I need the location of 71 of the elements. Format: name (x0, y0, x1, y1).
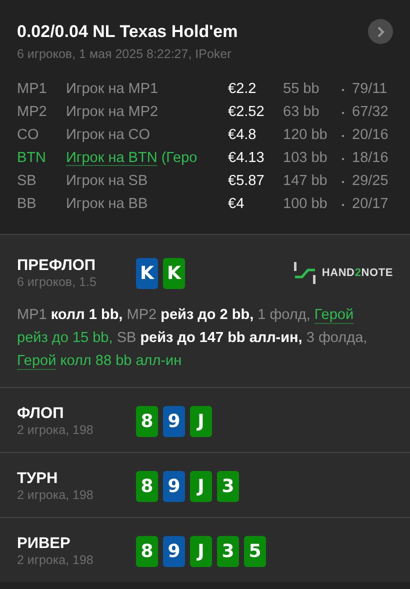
player-stats: 20/16 (352, 126, 388, 145)
position-label: MP2 (17, 102, 48, 122)
action-text: рейз до 2 bb, (160, 307, 254, 323)
card: 9 (163, 536, 185, 566)
hand-title: 0.02/0.04 NL Texas Hold'em (17, 20, 238, 42)
street-subtitle: 6 игроков, 1.5 (17, 275, 98, 290)
position-label: MP1 (17, 80, 48, 99)
action-text: MP2 (126, 307, 157, 323)
street-title: ФЛОП (17, 404, 65, 423)
street-subtitle: 2 игрока, 198 (17, 553, 94, 568)
stack-amount: €4 (228, 194, 246, 214)
player-name[interactable]: Игрок на BTN (66, 148, 158, 170)
stack-amount: €4.13 (228, 148, 266, 168)
action-text: рейз до 147 bb алл-ин, (140, 330, 302, 346)
card: 8 (136, 536, 158, 566)
card: 8 (136, 470, 158, 502)
player-name: Игрок на BB (66, 194, 148, 214)
player-stats: 29/25 (352, 172, 388, 191)
card: 9 (163, 406, 185, 436)
stack-amount: €2.2 (228, 80, 258, 99)
card: J (190, 536, 212, 566)
next-button[interactable] (368, 19, 393, 44)
card: 3 (217, 470, 239, 502)
card: 3 (217, 536, 239, 566)
player-stats: 20/17 (352, 194, 388, 214)
player-name: Игрок на CO (66, 126, 150, 145)
action-text: 3 фолда, (306, 330, 368, 346)
action-text: MP1 (17, 307, 47, 323)
position-label: CO (17, 126, 40, 145)
card: J (190, 406, 212, 436)
player-stats: 79/11 (352, 80, 388, 99)
stack-bb: 103 bb (283, 148, 328, 168)
stack-amount: €2.52 (228, 102, 266, 122)
position-label: SB (17, 172, 38, 191)
action-text: колл 1 bb, (50, 307, 123, 323)
street-title: РИВЕР (17, 534, 72, 553)
stack-bb: 55 bb (283, 80, 320, 99)
card: 9 (163, 470, 185, 502)
card: K (136, 258, 158, 288)
player-name: Игрок на MP2 (66, 102, 158, 122)
stack-bb: 120 bb (283, 126, 328, 145)
player-name: Игрок на MP1 (66, 80, 158, 99)
position-label: BTN (17, 148, 47, 168)
player-name: Игрок на SB (66, 172, 148, 191)
player-note: (Геро (161, 148, 198, 168)
stack-amount: €5.87 (228, 172, 266, 191)
stack-bb: 100 bb (283, 194, 328, 214)
street-title: ТУРН (17, 469, 59, 488)
stack-bb: 63 bb (283, 102, 320, 122)
stack-amount: €4.8 (228, 126, 258, 145)
player-stats: 67/32 (352, 102, 388, 122)
logo-icon (294, 262, 316, 284)
hero-link[interactable]: Герой (314, 307, 354, 323)
street-subtitle: 2 игрока, 198 (17, 488, 94, 503)
hand-subtitle: 6 игроков, 1 мая 2025 8:22:27, IPoker (17, 46, 232, 62)
stack-bb: 147 bb (283, 172, 328, 191)
action-text: SB (116, 330, 136, 346)
card: 5 (244, 536, 266, 566)
position-label: BB (17, 194, 38, 214)
action-text: 1 фолд, (258, 307, 310, 323)
player-stats: 18/16 (352, 148, 388, 168)
card: 8 (136, 406, 158, 436)
card: J (190, 470, 212, 502)
action-text: рейз до 15 bb, (17, 330, 113, 346)
street-subtitle: 2 игрока, 198 (17, 423, 94, 438)
card: K (163, 258, 185, 288)
logo-text: HAND2NOTE (322, 266, 393, 281)
chevron-right-icon (376, 26, 384, 38)
street-title: ПРЕФЛОП (17, 256, 97, 275)
hero-link[interactable]: Герой (17, 353, 56, 369)
action-text: колл 88 bb алл-ин (60, 353, 182, 369)
